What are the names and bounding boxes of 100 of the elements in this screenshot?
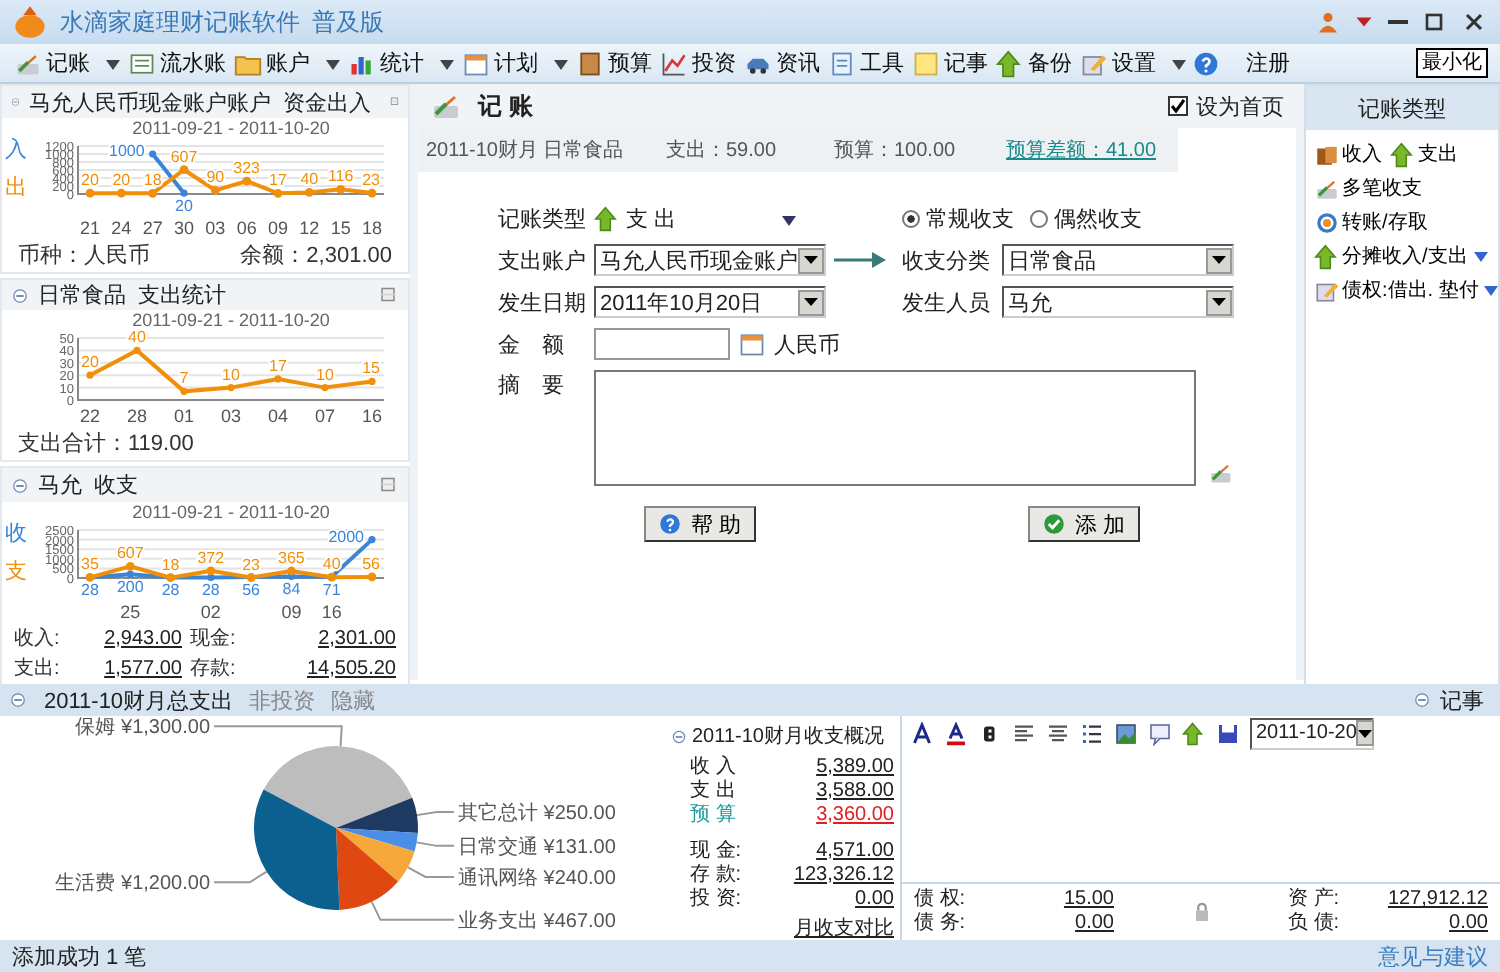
toolbar-button[interactable]: 备份: [994, 45, 1074, 81]
stat-value-link[interactable]: 14,505.20: [280, 657, 396, 679]
field-label: 发生人员: [902, 289, 992, 317]
balance-value-link[interactable]: 15.00: [1063, 888, 1114, 912]
value-label: 15: [362, 359, 380, 378]
value-label: 10: [222, 365, 240, 384]
value-label: 71: [322, 580, 341, 599]
toolbar-button[interactable]: 计划: [460, 45, 570, 81]
radio-label: 常规收支: [926, 206, 1014, 234]
slice-label: 日常交通 ¥131.00: [458, 836, 616, 859]
panel-note: 余额：2,301.00: [240, 241, 392, 270]
balance-label: 资 产:: [1288, 888, 1340, 912]
toolbar-button[interactable]: 设置: [1078, 45, 1188, 81]
record-type-item[interactable]: 债权:借出. 垫付: [1314, 276, 1499, 304]
field-label: 金 额: [498, 331, 566, 359]
add-button[interactable]: 添 加: [1028, 506, 1140, 542]
date-select[interactable]: 2011年10月20日: [594, 286, 826, 318]
slice-label: 生活费 ¥1,200.00: [55, 873, 210, 896]
category-select[interactable]: 日常食品: [1002, 244, 1234, 276]
value-label: 20: [112, 171, 131, 190]
balance-value-link[interactable]: 127,912.12: [1387, 888, 1488, 912]
minimize-button[interactable]: 最小化: [1416, 48, 1488, 78]
toolbar-button[interactable]: 资讯: [742, 45, 822, 81]
value-label: 56: [242, 580, 261, 599]
record-type-item[interactable]: 支出: [1390, 140, 1458, 168]
value-label: 40: [128, 328, 146, 347]
slice-label: 保姆 ¥1,300.00: [75, 717, 210, 740]
stat-value-link[interactable]: 2,943.00: [78, 627, 182, 649]
axis-tick-label: 15: [330, 218, 351, 238]
type-dropdown[interactable]: 支 出: [594, 204, 826, 234]
value-label: 18: [143, 171, 162, 190]
toolbar-button[interactable]: 工具: [826, 45, 906, 81]
record-type-item[interactable]: 转账/存取: [1314, 208, 1428, 236]
value-label: 23: [242, 555, 261, 574]
panel-title: 马允 收支: [38, 472, 139, 500]
stat-label: 存款:: [190, 656, 238, 682]
toolbar-button[interactable]: 投资: [658, 45, 738, 81]
axis-tick-label: 18: [362, 218, 382, 238]
section-title: 记 账: [478, 89, 533, 123]
value-label: 18: [161, 555, 180, 574]
summary-value-link[interactable]: 123,326.12: [793, 863, 894, 885]
axis-tick-label: 22: [80, 406, 100, 426]
record-type-item[interactable]: 多笔收支: [1314, 174, 1422, 202]
summary-label: 存 款:: [690, 862, 742, 887]
field-label: 发生日期: [498, 289, 586, 317]
value-label: 116: [327, 167, 354, 186]
record-type-item[interactable]: 分摊收入/支出: [1314, 242, 1488, 270]
toolbar-button[interactable]: 统计: [346, 45, 456, 81]
value-label: 7: [179, 369, 189, 388]
chart-title: 2011-09-21 - 2011-10-20: [132, 502, 330, 522]
panel-note: 币种：人民币: [18, 242, 150, 270]
axis-tick-label: 02: [200, 602, 221, 622]
summary-value-link[interactable]: 4,571.00: [816, 839, 894, 861]
axis-tick-label: 07: [315, 406, 335, 426]
value-label: 17: [269, 356, 287, 375]
toolbar-button[interactable]: 注册: [1244, 45, 1292, 81]
value-label: 20: [81, 353, 99, 372]
series-name: 收: [5, 520, 27, 548]
summary-label: 预 算: [690, 802, 736, 828]
field-label: 记账类型: [498, 206, 586, 234]
summary-value-link[interactable]: 3,588.00: [816, 779, 894, 801]
value-label: 323: [233, 159, 261, 178]
checkbox-label: 设为首页: [1196, 93, 1284, 121]
difference-link[interactable]: 预算差额：41.00: [1006, 136, 1157, 164]
toolbar-button[interactable]: 记账: [12, 45, 122, 81]
slice-label: 其它总计 ¥250.00: [458, 803, 616, 825]
account-select[interactable]: 马允人民币现金账户: [594, 244, 826, 276]
balance-value-link[interactable]: 0.00: [1449, 912, 1488, 936]
stat-value-link[interactable]: 1,577.00: [78, 657, 182, 679]
budget-text: 预算：100.00: [834, 138, 958, 164]
summary-label: 收 入: [690, 753, 736, 779]
person-select[interactable]: 马允: [1002, 286, 1234, 318]
balance-label: 负 债:: [1288, 912, 1340, 936]
summary-value-link[interactable]: 0.00: [855, 887, 894, 909]
axis-tick-label: 16: [362, 406, 382, 426]
date-select[interactable]: 2011-10-20: [1250, 717, 1374, 749]
record-type-item[interactable]: 收入: [1314, 140, 1382, 168]
value-label: 1000: [109, 142, 145, 160]
toolbar-button[interactable]: 账户: [232, 45, 342, 81]
section-title: 2011-10财月总支出: [44, 687, 234, 715]
axis-tick-label: 01: [174, 406, 194, 426]
axis-tick-label: 03: [205, 218, 226, 238]
toolbar-button[interactable]: 流水账: [126, 45, 228, 81]
axis-tick-label: 25: [120, 602, 141, 622]
help-button[interactable]: 帮 助: [644, 506, 756, 542]
value-label: 23: [362, 171, 380, 190]
value-label: 40: [322, 555, 341, 574]
axis-tick-label: 30: [174, 218, 194, 238]
summary-value-link[interactable]: 3,360.00: [816, 803, 894, 825]
panel-title: 记账类型: [1306, 86, 1498, 130]
value-label: 90: [206, 168, 225, 187]
app-title: 水滴家庭理财记账软件: [60, 5, 300, 39]
toolbar-button[interactable]: 预算: [574, 45, 654, 81]
value-label: 372: [197, 548, 225, 567]
comparison-link[interactable]: 月收支对比: [794, 914, 894, 942]
stat-value-link[interactable]: 2,301.00: [280, 627, 396, 649]
summary-value-link[interactable]: 5,389.00: [816, 755, 894, 777]
toolbar-button[interactable]: 记事: [910, 45, 990, 81]
stat-label: 收入:: [14, 625, 62, 652]
balance-value-link[interactable]: 0.00: [1075, 912, 1114, 936]
